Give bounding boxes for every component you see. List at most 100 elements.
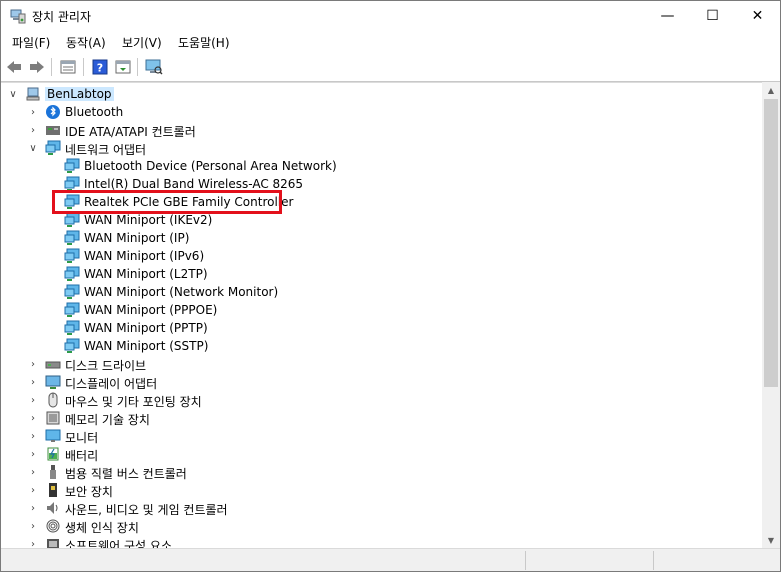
chevron-right-icon[interactable]: › bbox=[27, 430, 39, 442]
network-adapter-icon bbox=[64, 230, 80, 246]
device-item[interactable]: WAN Miniport (L2TP) bbox=[1, 265, 762, 283]
category-mice[interactable]: › 마우스 및 기타 포인팅 장치 bbox=[1, 391, 762, 409]
network-adapter-icon bbox=[64, 320, 80, 336]
chevron-right-icon[interactable]: › bbox=[27, 448, 39, 460]
category-label: 마우스 및 기타 포인팅 장치 bbox=[65, 395, 202, 409]
tree-root[interactable]: ∨ BenLabtop bbox=[1, 85, 762, 103]
device-item[interactable]: WAN Miniport (Network Monitor) bbox=[1, 283, 762, 301]
title-bar[interactable]: 장치 관리자 — ☐ ✕ bbox=[1, 1, 780, 31]
status-bar bbox=[1, 548, 780, 571]
status-separator bbox=[525, 551, 526, 570]
chevron-right-icon[interactable]: › bbox=[27, 124, 39, 136]
chevron-right-icon[interactable]: › bbox=[27, 520, 39, 532]
device-label: WAN Miniport (PPPOE) bbox=[84, 303, 218, 317]
device-label: WAN Miniport (Network Monitor) bbox=[84, 285, 279, 299]
chevron-right-icon[interactable]: › bbox=[27, 484, 39, 496]
category-display-adapters[interactable]: › 디스플레이 어댑터 bbox=[1, 373, 762, 391]
device-item[interactable]: WAN Miniport (PPPOE) bbox=[1, 301, 762, 319]
network-adapter-icon bbox=[64, 338, 80, 354]
device-label: WAN Miniport (PPTP) bbox=[84, 321, 208, 335]
category-network-adapters[interactable]: ∨ 네트워크 어댑터 bbox=[1, 139, 762, 157]
menu-help[interactable]: 도움말(H) bbox=[178, 34, 230, 51]
device-label: WAN Miniport (IP) bbox=[84, 231, 190, 245]
device-tree: ∨ BenLabtop › Bluetooth › IDE ATA/ATAPI … bbox=[1, 82, 762, 549]
maximize-button[interactable]: ☐ bbox=[690, 1, 735, 31]
category-label: 디스크 드라이브 bbox=[65, 359, 147, 373]
category-software-components[interactable]: › 소프트웨어 구성 요소 bbox=[1, 535, 762, 549]
category-usb[interactable]: › 범용 직렬 버스 컨트롤러 bbox=[1, 463, 762, 481]
chevron-right-icon[interactable]: › bbox=[27, 412, 39, 424]
scroll-up-icon[interactable]: ▲ bbox=[762, 82, 780, 98]
device-item[interactable]: WAN Miniport (IP) bbox=[1, 229, 762, 247]
computer-icon bbox=[26, 87, 40, 101]
category-sound[interactable]: › 사운드, 비디오 및 게임 컨트롤러 bbox=[1, 499, 762, 517]
network-adapter-icon bbox=[64, 266, 80, 282]
category-ide[interactable]: › IDE ATA/ATAPI 컨트롤러 bbox=[1, 121, 762, 140]
forward-icon[interactable] bbox=[28, 58, 46, 76]
device-label: Intel(R) Dual Band Wireless-AC 8265 bbox=[84, 177, 304, 191]
scroll-down-icon[interactable]: ▼ bbox=[762, 532, 780, 548]
category-label: 메모리 기술 장치 bbox=[65, 413, 150, 427]
menu-bar: 파일(F) 동작(A) 보기(V) 도움말(H) bbox=[1, 31, 780, 53]
category-label: 네트워크 어댑터 bbox=[65, 143, 147, 157]
help-icon[interactable]: ? bbox=[91, 58, 109, 76]
bluetooth-icon bbox=[46, 105, 60, 119]
network-adapter-icon bbox=[64, 302, 80, 318]
category-label: IDE ATA/ATAPI 컨트롤러 bbox=[65, 125, 196, 139]
category-label: 배터리 bbox=[65, 449, 99, 463]
monitor-icon bbox=[45, 429, 61, 442]
menu-file[interactable]: 파일(F) bbox=[12, 34, 50, 51]
menu-view[interactable]: 보기(V) bbox=[122, 34, 162, 51]
scan-hardware-icon[interactable] bbox=[145, 58, 163, 76]
sound-icon bbox=[47, 502, 58, 514]
chevron-down-icon[interactable]: ∨ bbox=[27, 142, 39, 154]
vertical-scrollbar[interactable]: ▲ ▼ bbox=[762, 82, 780, 548]
device-item[interactable]: WAN Miniport (SSTP) bbox=[1, 337, 762, 355]
device-item[interactable]: WAN Miniport (PPTP) bbox=[1, 319, 762, 337]
category-batteries[interactable]: › 배터리 bbox=[1, 445, 762, 463]
memory-device-icon bbox=[46, 411, 60, 425]
device-label: Bluetooth Device (Personal Area Network) bbox=[84, 159, 337, 173]
category-label: 디스플레이 어댑터 bbox=[65, 377, 158, 391]
menu-action[interactable]: 동작(A) bbox=[66, 34, 106, 51]
root-label: BenLabtop bbox=[45, 87, 114, 101]
network-adapter-icon bbox=[64, 284, 80, 300]
category-label: 범용 직렬 버스 컨트롤러 bbox=[65, 467, 187, 481]
chevron-right-icon[interactable]: › bbox=[27, 376, 39, 388]
usb-icon bbox=[50, 465, 56, 479]
category-security-devices[interactable]: › 보안 장치 bbox=[1, 481, 762, 499]
chevron-right-icon[interactable]: › bbox=[27, 466, 39, 478]
back-icon[interactable] bbox=[5, 58, 23, 76]
properties-icon[interactable] bbox=[59, 58, 77, 76]
device-manager-app-icon bbox=[10, 9, 26, 24]
network-adapter-icon bbox=[64, 248, 80, 264]
scroll-thumb[interactable] bbox=[764, 99, 778, 387]
network-adapter-icon bbox=[45, 140, 61, 156]
chevron-right-icon[interactable]: › bbox=[27, 106, 39, 118]
disk-drive-icon bbox=[45, 361, 61, 369]
highlight-annotation bbox=[52, 190, 282, 214]
ide-controller-icon bbox=[46, 126, 60, 135]
category-disk-drives[interactable]: › 디스크 드라이브 bbox=[1, 355, 762, 374]
category-memory-technology[interactable]: › 메모리 기술 장치 bbox=[1, 409, 762, 427]
device-label: WAN Miniport (IPv6) bbox=[84, 249, 205, 263]
chevron-down-icon[interactable]: ∨ bbox=[7, 88, 19, 100]
window-title: 장치 관리자 bbox=[32, 10, 92, 24]
toolbar-separator bbox=[83, 58, 84, 76]
chevron-right-icon[interactable]: › bbox=[27, 502, 39, 514]
update-driver-icon[interactable] bbox=[114, 58, 132, 76]
chevron-right-icon[interactable]: › bbox=[27, 394, 39, 406]
minimize-button[interactable]: — bbox=[645, 1, 690, 31]
category-biometric[interactable]: › 생체 인식 장치 bbox=[1, 517, 762, 535]
toolbar-separator bbox=[51, 58, 52, 76]
category-label: 보안 장치 bbox=[65, 485, 113, 499]
close-button[interactable]: ✕ bbox=[735, 1, 780, 31]
toolbar-separator bbox=[137, 58, 138, 76]
display-adapter-icon bbox=[45, 375, 61, 389]
device-label: WAN Miniport (L2TP) bbox=[84, 267, 208, 281]
device-item[interactable]: Bluetooth Device (Personal Area Network) bbox=[1, 157, 762, 175]
chevron-right-icon[interactable]: › bbox=[27, 358, 39, 370]
category-monitors[interactable]: › 모니터 bbox=[1, 427, 762, 445]
device-item[interactable]: WAN Miniport (IPv6) bbox=[1, 247, 762, 265]
category-bluetooth[interactable]: › Bluetooth bbox=[1, 103, 762, 121]
